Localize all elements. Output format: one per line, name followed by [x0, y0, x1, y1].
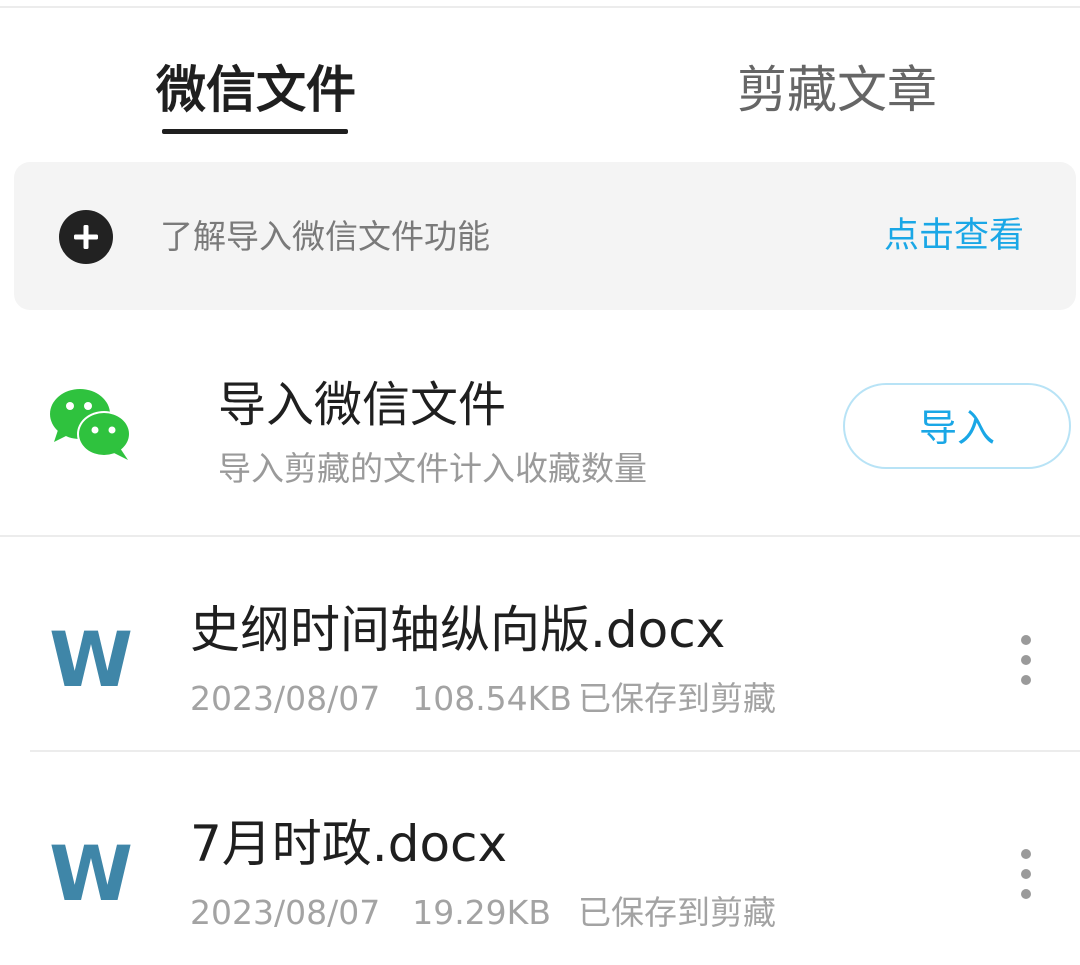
import-title: 导入微信文件: [218, 377, 507, 433]
import-subtitle: 导入剪藏的文件计入收藏数量: [218, 449, 647, 488]
file-date: 2023/08/07: [190, 679, 381, 718]
info-banner[interactable]: 了解导入微信文件功能 点击查看: [14, 162, 1076, 310]
plus-circle-icon: [59, 210, 113, 264]
file-date-size: 2023/08/07 108.54KB: [190, 676, 572, 722]
more-vertical-icon[interactable]: [1012, 630, 1040, 690]
file-row[interactable]: W 史纲时间轴纵向版.docx 2023/08/07 108.54KB 已保存到剪…: [0, 578, 1080, 788]
view-details-link[interactable]: 点击查看: [884, 212, 1024, 260]
svg-text:W: W: [49, 626, 133, 696]
row-divider: [0, 535, 1080, 537]
banner-text: 了解导入微信文件功能: [160, 217, 490, 256]
more-vertical-icon[interactable]: [1012, 844, 1040, 904]
file-date-size: 2023/08/07 19.29KB: [190, 890, 551, 936]
word-doc-icon: W: [49, 840, 133, 910]
wechat-files-page: 微信文件 剪藏文章 了解导入微信文件功能 点击查看 导入微信文件 导入剪藏的文件…: [0, 0, 1080, 965]
file-size: 108.54KB: [412, 679, 572, 718]
word-doc-icon: W: [49, 626, 133, 696]
svg-text:W: W: [49, 840, 133, 910]
file-status: 已保存到剪藏: [578, 893, 776, 932]
file-status: 已保存到剪藏: [578, 679, 776, 718]
file-size: 19.29KB: [412, 893, 551, 932]
wechat-icon: [50, 389, 131, 460]
tab-clipped-articles[interactable]: 剪藏文章: [737, 58, 937, 122]
file-row[interactable]: W 7月时政.docx 2023/08/07 19.29KB 已保存到剪藏: [0, 792, 1080, 965]
import-button[interactable]: 导入: [843, 383, 1071, 469]
active-tab-indicator: [162, 129, 348, 134]
top-divider: [0, 6, 1080, 8]
tab-wechat-files[interactable]: 微信文件: [156, 58, 356, 122]
file-date: 2023/08/07: [190, 893, 381, 932]
file-name: 7月时政.docx: [190, 815, 508, 873]
file-name: 史纲时间轴纵向版.docx: [190, 601, 726, 659]
row-divider: [30, 750, 1080, 752]
